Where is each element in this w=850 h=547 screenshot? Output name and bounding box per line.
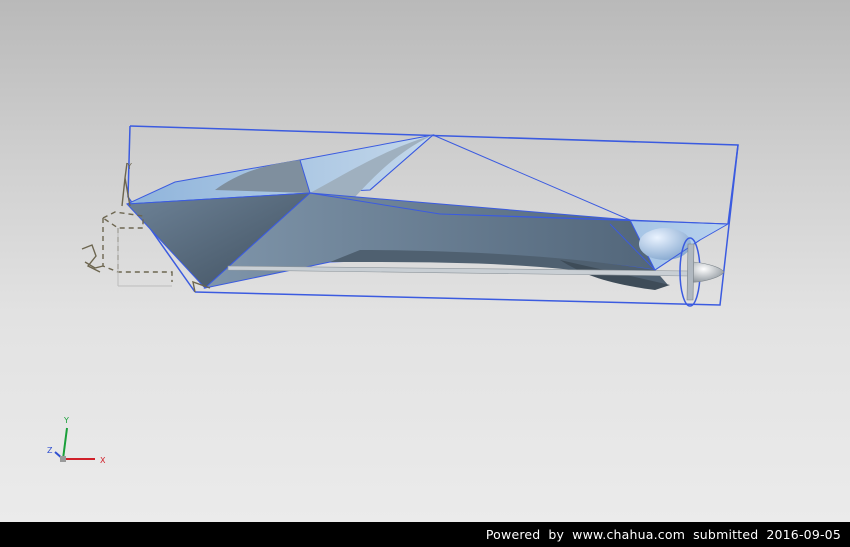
y-axis-label: Y [63, 416, 69, 425]
by-label: by [548, 527, 565, 542]
orientation-triad: X Y Z [47, 416, 106, 465]
csys-axis-label: Y [126, 162, 132, 171]
watermark-footer: Powered by www.chahua.com submitted 2016-09-… [0, 522, 850, 547]
hull-surfaces [125, 134, 730, 290]
submitted-label: submitted [693, 527, 759, 542]
powered-label: Powered [485, 527, 541, 542]
boat-hull-model[interactable]: Y [0, 0, 850, 522]
cad-3d-viewport[interactable]: Y X Y Z [0, 0, 850, 522]
z-axis-label: Z [47, 446, 53, 455]
date-label: 2016-09-05 [766, 527, 841, 542]
site-label: www.chahua.com [572, 527, 686, 542]
x-axis-label: X [100, 456, 106, 465]
